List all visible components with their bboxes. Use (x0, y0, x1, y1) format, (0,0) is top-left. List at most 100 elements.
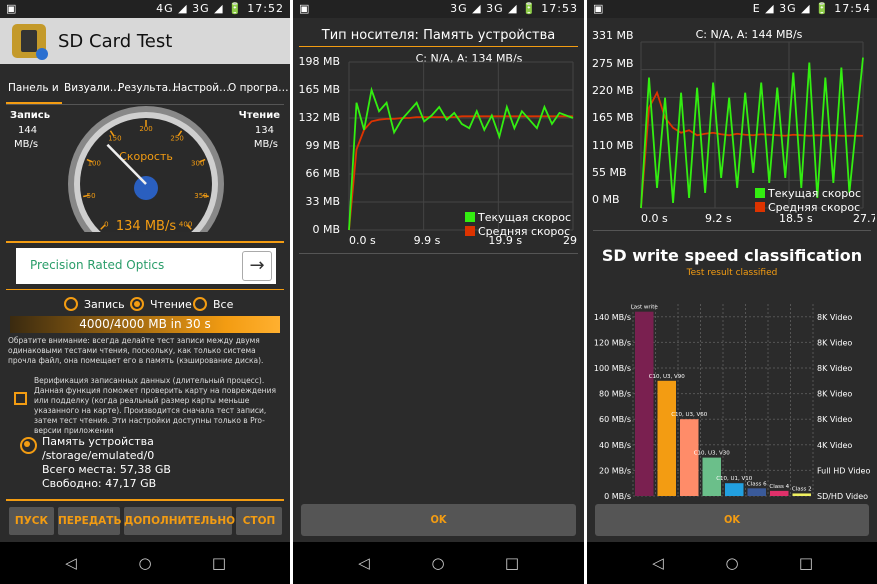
progress-text: 4000/4000 MB in 30 s (79, 317, 211, 331)
legend-label: Средняя скорос (478, 225, 570, 238)
gauge-tick-label: 250 (170, 134, 183, 142)
divider (6, 499, 284, 501)
classification-subtitle: Test result classified (686, 268, 778, 278)
classification-title: SD write speed classification (601, 246, 863, 265)
verify-checkbox[interactable] (14, 392, 27, 405)
stop-button[interactable]: СТОП (236, 507, 282, 535)
legend-label: Текущая скорос (477, 211, 571, 224)
back-icon[interactable]: ◁ (649, 554, 667, 572)
verify-text: Верификация записанных данных (длительны… (34, 376, 276, 435)
app-bar: SD Card Test (0, 18, 290, 64)
clock: 17:53 (541, 2, 578, 15)
ok-button[interactable]: OK (595, 504, 869, 536)
status-bar: ▣ 4G ◢ 3G ◢ 🔋 17:52 (0, 0, 290, 18)
y-tick-label: 140 MB/s (594, 313, 631, 322)
gauge-tick-label: 0 (104, 221, 108, 229)
mode-radio-write[interactable] (64, 297, 78, 311)
clock: 17:52 (247, 2, 284, 15)
tab-dashboard[interactable]: Панель и (8, 82, 59, 94)
share-button[interactable]: ПЕРЕДАТЬ (58, 507, 121, 535)
y-tick-label: 0 MB/s (604, 492, 631, 501)
divider (299, 46, 578, 47)
mode-radio-read[interactable] (130, 297, 144, 311)
mode-label-read: Чтение (150, 298, 192, 311)
gauge-label: Скорость (119, 150, 173, 163)
write-value: 144 (18, 125, 38, 136)
y-axis: 198 MB 165 MB 132 MB 99 MB 66 MB 33 MB 0… (293, 55, 342, 236)
home-icon[interactable]: ○ (429, 554, 447, 572)
storage-free: Свободно: 47,17 GB (42, 477, 157, 490)
y-tick: 66 MB (305, 167, 340, 180)
x-tick-label: 9.9 s (414, 234, 441, 247)
chart-title: Тип носителя: Память устройства (321, 28, 556, 43)
series-line-current (640, 57, 864, 209)
y2-tick-label: 8K Video (817, 364, 852, 373)
recents-icon[interactable]: □ (503, 554, 521, 572)
y-tick-label: 100 MB/s (594, 364, 631, 373)
read-label: Чтение (238, 110, 280, 121)
arrow-right-icon[interactable]: → (242, 251, 272, 281)
storage-total: Всего места: 57,38 GB (42, 463, 171, 476)
start-button[interactable]: ПУСК (9, 507, 54, 535)
speed-line-chart: C: N/A, A: 134 MB/s0.0 s9.9 s19.9 s29.8 … (348, 52, 577, 247)
chart-subtitle: C: N/A, A: 144 MB/s (696, 28, 803, 41)
storage-radio[interactable] (20, 437, 37, 454)
speed-line-chart: C: N/A, A: 144 MB/s0.0 s 9.2 s 18.5 s 27.7 … (640, 28, 875, 225)
ad-banner[interactable]: Precision Rated Optics → (16, 248, 276, 284)
y2-tick-label: SD/HD Video (817, 492, 868, 501)
chart-subtitle: C: N/A, A: 134 MB/s (416, 52, 523, 65)
y2-tick-label: 8K Video (817, 313, 852, 322)
nav-bar: ◁ ○ □ (0, 542, 290, 584)
bar (680, 419, 699, 496)
speed-gauge: Скорость 134 MB/s 0501001502002503003504… (66, 106, 226, 240)
mode-label-all: Все (213, 298, 234, 311)
image-icon: ▣ (593, 2, 604, 15)
tab-settings[interactable]: Настрой… (173, 82, 230, 94)
y-tick-label: 60 MB/s (599, 415, 631, 424)
storage-name: Память устройства (42, 435, 154, 448)
tab-about[interactable]: О програ… (228, 82, 289, 94)
mode-radio-all[interactable] (193, 297, 207, 311)
recents-icon[interactable]: □ (210, 554, 228, 572)
y-tick: 220 MB (592, 84, 634, 97)
legend-label: Средняя скорос (768, 201, 860, 214)
tab-visual[interactable]: Визуали… (64, 82, 120, 94)
y2-tick-label: 8K Video (817, 415, 852, 424)
nav-bar: ◁ ○ □ (293, 542, 584, 584)
status-bar: ▣ 3G ◢ 3G ◢ 🔋 17:53 (293, 0, 584, 18)
bar-label: C10, U3, V30 (694, 451, 731, 457)
image-icon: ▣ (6, 2, 17, 15)
bar (792, 493, 811, 496)
divider (299, 253, 578, 254)
bar (725, 483, 744, 496)
image-icon: ▣ (299, 2, 310, 15)
back-icon[interactable]: ◁ (355, 554, 373, 572)
legend-label: Текущая скорос (767, 187, 861, 200)
divider (6, 289, 284, 290)
write-label: Запись (10, 110, 51, 121)
tab-bar: Панель и Визуали… Результа… Настрой… О п… (0, 80, 290, 102)
read-unit: MB/s (253, 139, 278, 150)
y-tick: 55 MB (592, 166, 627, 179)
home-icon[interactable]: ○ (723, 554, 741, 572)
home-icon[interactable]: ○ (136, 554, 154, 572)
read-value: 134 (254, 125, 274, 136)
legend-swatch (465, 212, 475, 222)
bar (747, 488, 766, 496)
globe-icon (134, 176, 158, 200)
bar (657, 380, 676, 496)
bar-label: Class 4 (769, 484, 789, 490)
back-icon[interactable]: ◁ (62, 554, 80, 572)
gauge-tick-label: 200 (139, 125, 152, 133)
tab-results[interactable]: Результа… (118, 82, 179, 94)
bar-label: Class 2 (792, 486, 812, 492)
x-tick-label: 0.0 s (349, 234, 376, 247)
y-tick: 198 MB (298, 55, 340, 68)
ok-button[interactable]: OK (301, 504, 576, 536)
more-button[interactable]: ДОПОЛНИТЕЛЬНО (124, 507, 235, 535)
recents-icon[interactable]: □ (797, 554, 815, 572)
gauge-tick-label: 150 (108, 134, 121, 142)
y-tick: 132 MB (298, 111, 340, 124)
bar (635, 311, 654, 496)
y-tick: 99 MB (305, 139, 340, 152)
